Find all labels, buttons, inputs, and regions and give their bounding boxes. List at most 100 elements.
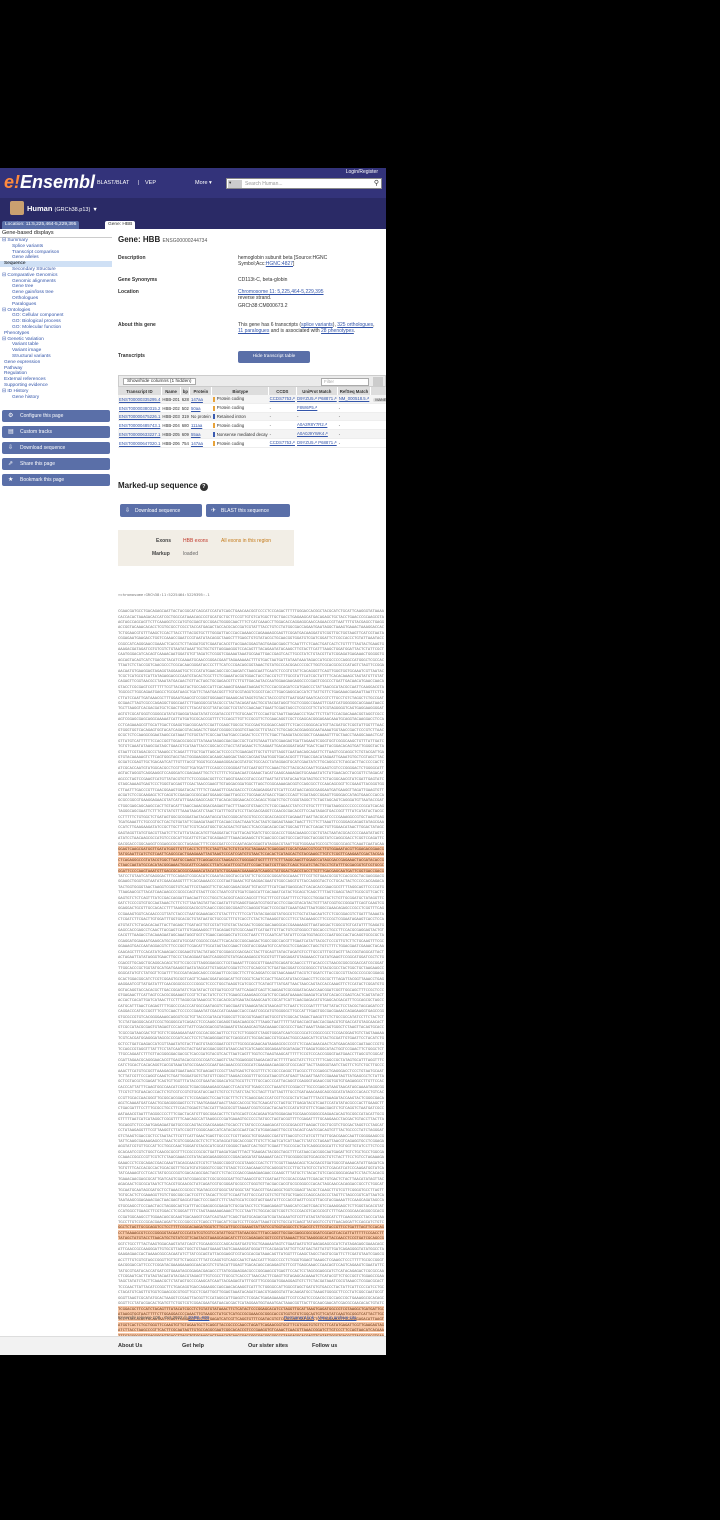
ccds-cell-text[interactable]: CCDS7753↗ [270,440,295,445]
footer-link[interactable]: Follow us [312,1343,337,1349]
tab-gene[interactable]: Gene: HBB [105,221,136,229]
archive-link[interactable]: View in archive site [318,1315,356,1320]
footer-link[interactable]: Get help [182,1343,204,1349]
protein-cell[interactable]: 50aa [189,403,212,413]
more-menu[interactable]: More ▾ [195,180,212,186]
name-cell-text: HBB-201 [162,396,180,402]
uniprot-cell-text[interactable]: F8W6P5↗ [297,405,317,410]
paralogues-link[interactable]: 11 paralogues [238,328,269,334]
login-link[interactable]: Login/Register [346,169,378,175]
transcript-id-cell[interactable]: ENST00000633227.1 [118,429,162,440]
search-input[interactable]: ▾ Search Human... ⚲ [226,178,382,189]
biotype-text: Retained intron [216,414,246,419]
sidebar-button[interactable]: ⚙ Configure this page [2,410,110,423]
biotype-cell: Retained intron [211,412,269,422]
ensembl-logo[interactable]: e!Ensembl [4,172,95,193]
flags-cell: GENCODE basicTSL:1 [370,420,386,431]
protein-cell-text[interactable]: 147aa [191,397,203,402]
uniprot-cell-text[interactable]: D9YZU5↗ P68871↗ [297,396,337,401]
footer-link[interactable]: About Us [118,1343,142,1349]
uniprot-cell-text[interactable]: A0A0J9YWK4↗ [297,431,328,436]
download-sequence-button[interactable]: ⇩ Download sequence [120,504,202,517]
table-row: ENST00000475226.1 HBB-203 319 No protein Ret… [118,412,386,422]
ccds-cell: - [268,429,297,440]
sidebar-button[interactable]: ⇩ Download sequence [2,442,110,455]
uniprot-cell[interactable]: A0A0J9YWK4↗ [296,429,338,440]
transcript-id-cell-text[interactable]: ENST00000647020.1 [119,441,160,446]
filter-input[interactable]: Filter [321,378,369,386]
transcript-id-cell-text[interactable]: ENST00000485743.1 [119,423,160,428]
protein-cell-text[interactable]: 50aa [191,406,201,411]
hide-transcript-table-button[interactable]: Hide transcript table [238,351,310,363]
column-header[interactable]: CCDS [268,387,297,395]
protein-cell-text[interactable]: 55aa [191,432,201,437]
help-icon[interactable]: ? [199,483,208,491]
tab-location[interactable]: Location: 11:5,225,464-5,229,395 [2,221,80,229]
search-icon[interactable]: ⚲ [374,179,379,187]
biotype-text: Protein coding [216,396,245,402]
bp-cell-text: 628 [181,396,189,402]
transcript-id-cell[interactable]: ENST00000485743.1 [118,420,162,431]
refseq-cell-text[interactable]: NM_000518.5↗ [339,396,370,401]
protein-cell[interactable]: 111aa [189,420,212,431]
hgnc-link[interactable]: HGNC:4827 [266,261,293,267]
permanent-link[interactable]: Permanent link [284,1315,314,1320]
sidebar-button[interactable]: ▤ Custom tracks [2,426,110,439]
marked-up-sequence-title: Marked-up sequence ? [118,481,208,491]
biotype-cell: Protein coding [211,438,269,449]
sequence-line: TTAATCTCTACCGGTCAACGCCCTCGCACAACGGGATACC… [118,662,384,668]
uniprot-cell-text[interactable]: D9YZU5↗ P68871↗ [297,440,337,445]
sequence-line: CCAAACCGGCCCGTTCGTCTCTAACGAAACCGTATACAGG… [118,1154,384,1160]
uniprot-cell[interactable]: A0A2R8Y7R2↗ [296,420,338,431]
transcript-id-cell[interactable]: ENST00000335295.4 [118,395,162,404]
bp-cell: 609 [180,429,190,440]
sequence-line: AGGTATCGTGTTGCCATTCCTGGCCAACTGGGATGTACGC… [118,1143,384,1149]
protein-cell-text[interactable]: 147aa [191,441,203,446]
species-name: Human [27,204,53,213]
column-header[interactable]: Protein [189,387,213,395]
sidebar-button[interactable]: ★ Bookmark this page [2,474,110,487]
transcript-id-cell-text[interactable]: ENST00000380315.2 [119,406,160,411]
protein-cell[interactable]: 55aa [189,429,212,440]
species-select[interactable]: ▾ [228,180,242,188]
species-selector[interactable]: Human (GRCh38.p13) ▼ [27,204,98,213]
uniprot-cell[interactable]: F8W6P5↗ [296,403,338,413]
key-all-exons: All exons in this region [221,538,272,544]
column-header[interactable]: RefSeq Match [337,387,371,395]
species-bar: Human (GRCh38.p13) ▼ [0,198,386,220]
transcript-id-cell-text[interactable]: ENST00000633227.1 [119,432,160,437]
ccds-cell[interactable]: CCDS7753↗ [268,438,297,449]
nav-vep-link[interactable]: VEP [145,180,156,186]
protein-cell[interactable]: 147aa [189,438,212,449]
transcript-id-cell-text[interactable]: ENST00000335295.4 [119,397,160,402]
uniprot-cell[interactable]: D9YZU5↗ P68871↗ [296,438,338,449]
protein-cell-text[interactable]: 111aa [191,423,202,428]
phenotypes-link[interactable]: 28 phenotypes [321,328,354,334]
embl-link[interactable]: EMBL-EBI [188,1315,209,1320]
uniprot-cell[interactable]: D9YZU5↗ P68871↗ [296,395,338,404]
transcript-id-cell-text[interactable]: ENST00000475226.1 [119,414,160,419]
ccds-cell[interactable]: CCDS7753↗ [268,395,297,404]
refseq-cell[interactable]: NM_000518.5↗ [337,395,371,404]
footer-link[interactable]: Our sister sites [248,1343,288,1349]
logo-mark: e! [4,172,21,192]
column-header[interactable]: Transcript ID [118,387,162,395]
column-header[interactable]: Biotype [211,387,270,395]
column-header[interactable]: UniProt Match [296,387,339,395]
transcript-id-cell[interactable]: ENST00000380315.2 [118,403,162,413]
transcript-id-cell[interactable]: ENST00000647020.1 [118,438,162,449]
show-hide-columns-button[interactable]: Show/hide columns (1 hidden) [123,378,196,385]
section-title-text: Marked-up sequence [118,481,198,490]
ccds-cell-text[interactable]: CCDS7753↗ [270,396,295,401]
uniprot-cell-text[interactable]: A0A2R8Y7R2↗ [297,422,327,427]
column-header[interactable]: Flags [370,387,386,395]
blast-sequence-button[interactable]: ✈ BLAST this sequence [206,504,290,517]
sidebar-button[interactable]: ⇗ Share this page [2,458,110,471]
column-header[interactable]: Name [161,387,182,395]
protein-cell[interactable]: 147aa [189,395,212,404]
sequence-line: TGGCGCTTGGCAGAATGAGCCTGCGATAAGCTGATTCTAA… [118,689,384,695]
export-icon[interactable] [373,377,383,386]
column-header[interactable]: bp [180,387,191,395]
transcript-id-cell[interactable]: ENST00000475226.1 [118,412,162,422]
nav-blast-link[interactable]: BLAST/BLAT [97,180,129,186]
